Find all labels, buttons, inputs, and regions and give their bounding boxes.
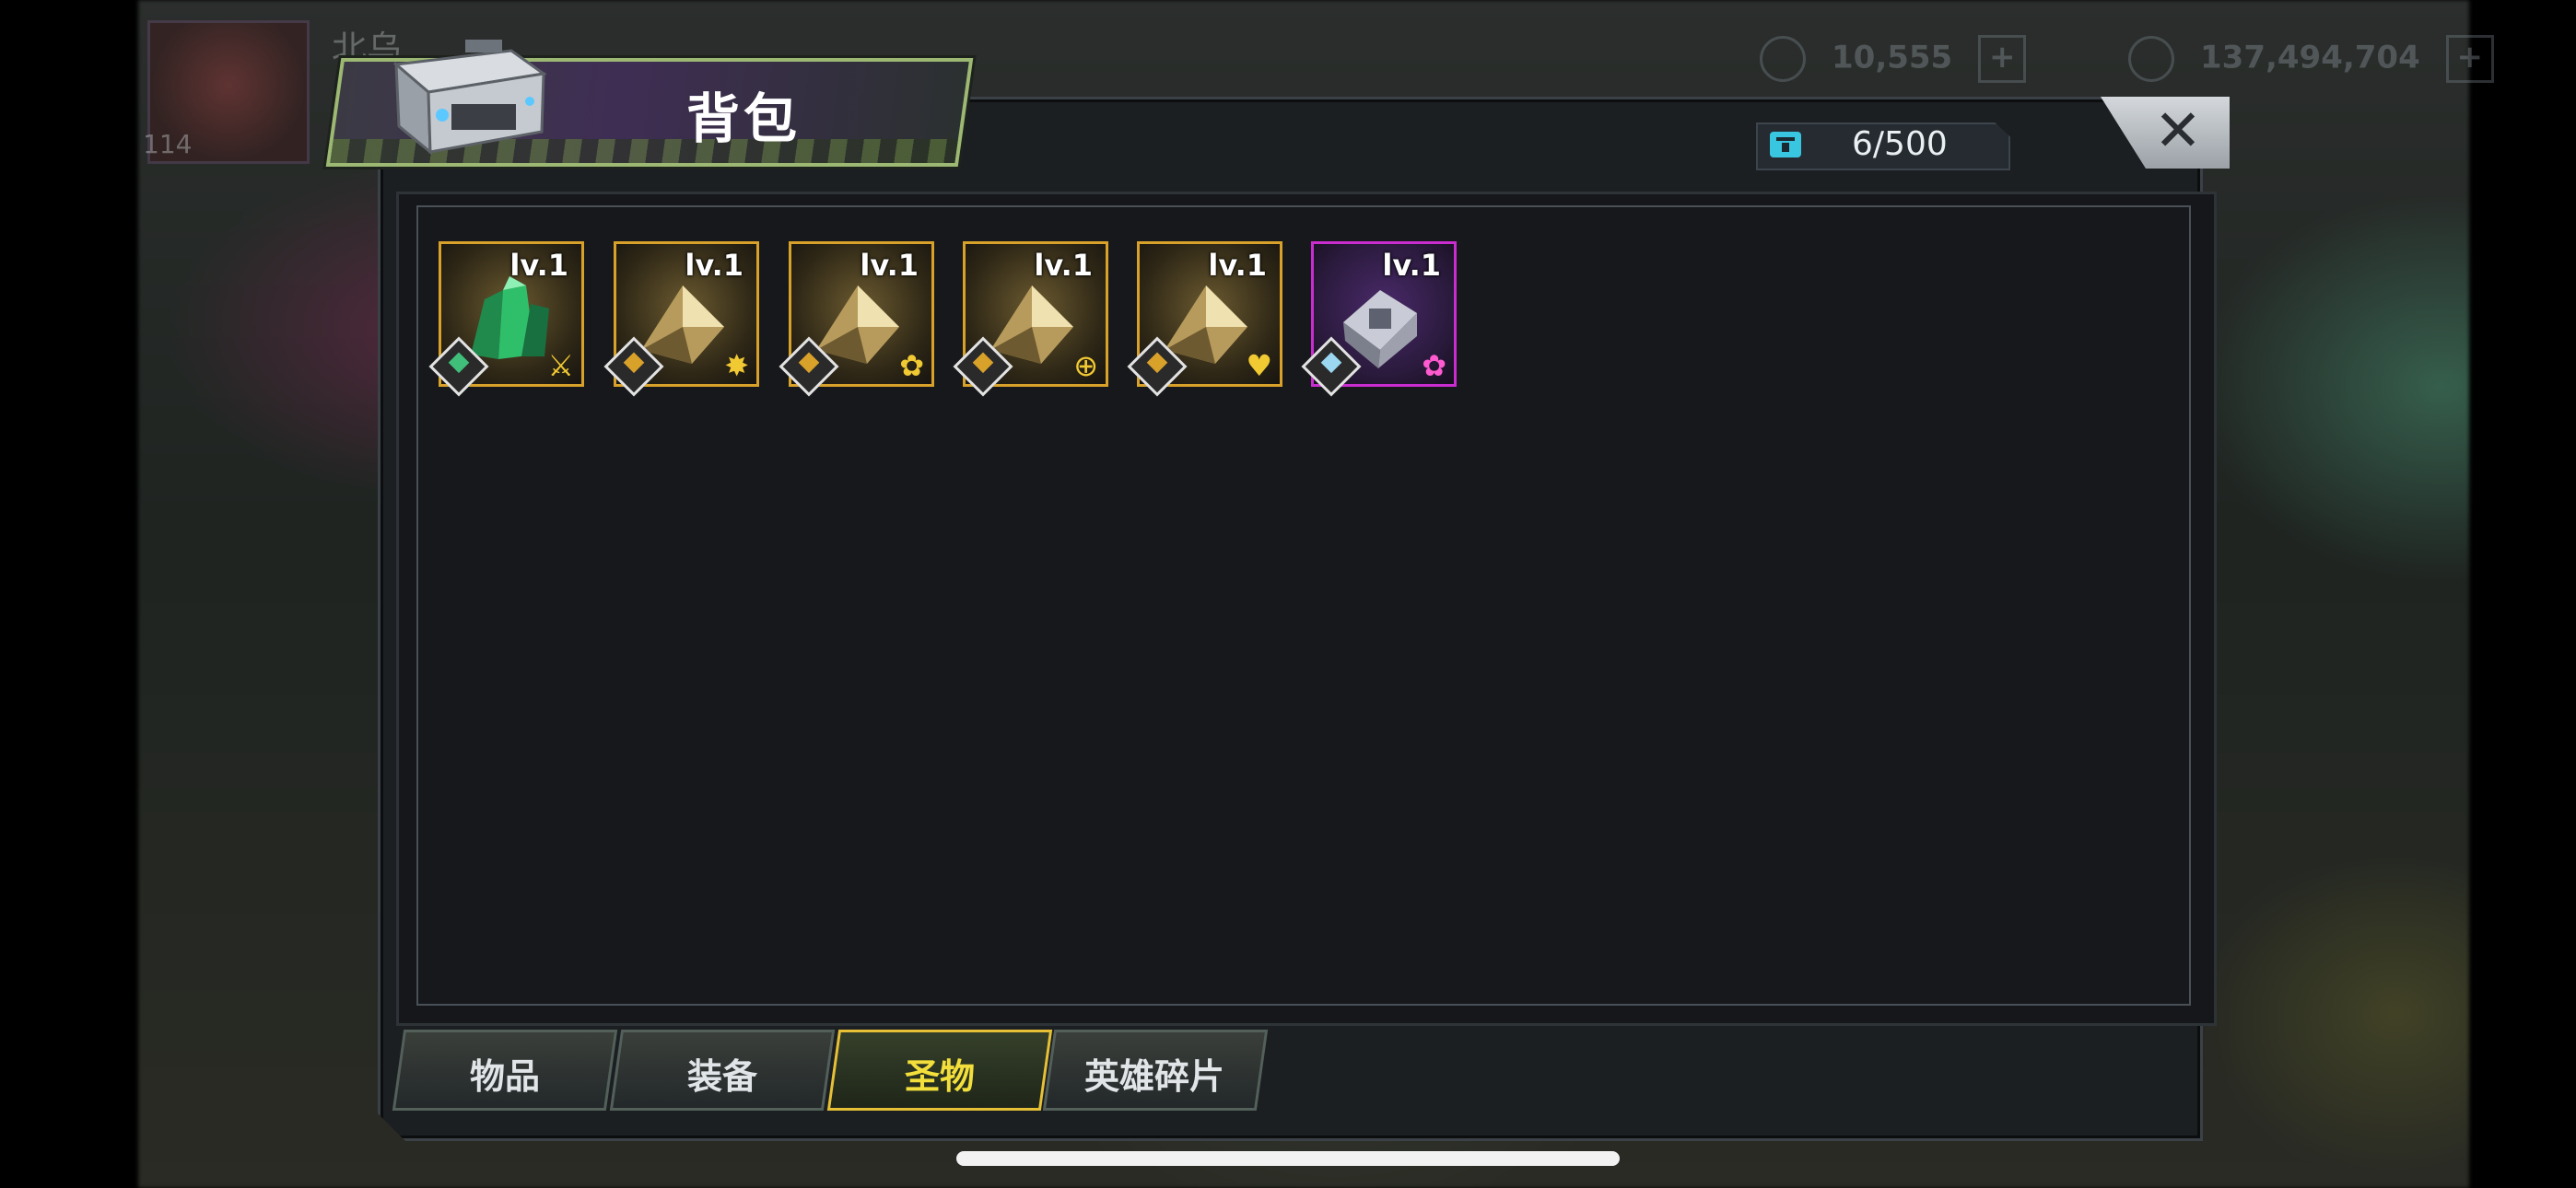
add-resource-2-button: + — [2445, 35, 2494, 83]
gear-icon — [1760, 36, 1806, 82]
tab-items-label: 物品 — [470, 1056, 541, 1097]
heart-icon: ♥ — [1246, 348, 1272, 383]
tab-hero-shards-label: 英雄碎片 — [1084, 1056, 1225, 1097]
tab-equipment-label: 装备 — [687, 1056, 758, 1097]
close-icon: ✕ — [2154, 97, 2202, 164]
resource-1-value: 10,555 — [1832, 39, 1953, 76]
item-slot-3[interactable]: lv.1 ✿ — [779, 241, 934, 397]
home-indicator[interactable] — [956, 1151, 1620, 1166]
cluster-icon: ✿ — [899, 348, 924, 383]
item-slot-4[interactable]: lv.1 ⊕ — [953, 241, 1108, 397]
capacity-count: 6/500 — [1852, 125, 1948, 163]
storage-icon — [1770, 132, 1801, 157]
sword-icon: ⚔ — [547, 348, 574, 383]
resource-2-value: 137,494,704 — [2200, 39, 2420, 76]
item-level: lv.1 — [509, 248, 568, 283]
item-level: lv.1 — [685, 248, 744, 283]
item-slot-6[interactable]: lv.1 ✿ — [1301, 241, 1457, 397]
item-slot-5[interactable]: lv.1 ♥ — [1127, 241, 1282, 397]
sparkle-icon: ✸ — [724, 348, 749, 383]
window-title: 背包 — [686, 87, 802, 150]
tab-relics-label: 圣物 — [905, 1056, 976, 1097]
resource-1: 10,555 + — [1760, 35, 2027, 83]
item-slot-1[interactable]: lv.1 ⚔ — [428, 241, 584, 397]
cluster-icon: ✿ — [1422, 348, 1446, 383]
item-level: lv.1 — [1382, 248, 1441, 283]
coin-icon — [2128, 36, 2174, 82]
backpack-chest-icon — [392, 40, 547, 156]
item-slot-2[interactable]: lv.1 ✸ — [603, 241, 759, 397]
item-level: lv.1 — [860, 248, 919, 283]
crosshair-icon: ⊕ — [1073, 348, 1098, 383]
player-level: 114 — [143, 129, 193, 159]
add-resource-1-button: + — [1978, 35, 2027, 83]
item-level: lv.1 — [1208, 248, 1267, 283]
resource-2: 137,494,704 + — [2128, 35, 2494, 83]
item-level: lv.1 — [1034, 248, 1093, 283]
